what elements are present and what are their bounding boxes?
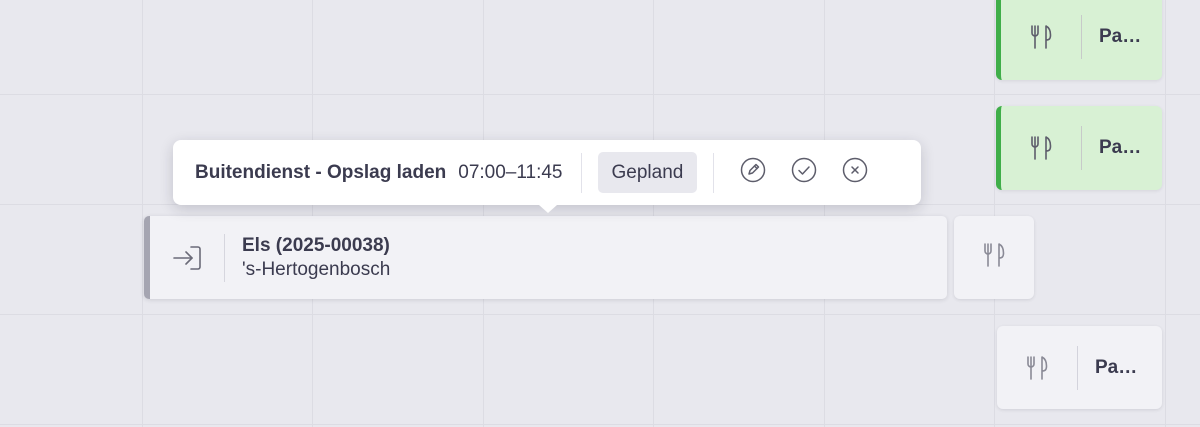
employee-name: Els (2025-00038) <box>242 234 390 256</box>
x-circle-icon <box>842 157 868 188</box>
break-card[interactable]: Pa… <box>996 0 1162 80</box>
login-icon <box>150 244 224 272</box>
check-circle-icon <box>791 157 817 188</box>
status-badge: Gepland <box>597 152 698 193</box>
grid-line <box>0 94 1200 95</box>
grid-line <box>312 0 313 427</box>
confirm-button[interactable] <box>790 157 818 188</box>
grid-line <box>653 0 654 427</box>
shift-location: 's-Hertogenbosch <box>242 258 391 280</box>
fork-knife-icon <box>982 242 1006 273</box>
grid-line <box>824 0 825 427</box>
shift-popover: Buitendienst - Opslag laden 07:00–11:45 … <box>173 140 921 213</box>
meal-break-card[interactable] <box>954 216 1034 299</box>
fork-knife-icon <box>1001 24 1081 50</box>
grid-line <box>994 0 995 427</box>
break-card-label: Pa… <box>1099 26 1142 47</box>
pencil-icon <box>740 157 766 188</box>
grid-line <box>0 314 1200 315</box>
popover-divider <box>580 152 582 193</box>
popover-divider <box>713 152 715 193</box>
edit-button[interactable] <box>739 157 767 188</box>
break-card[interactable]: Pa… <box>997 326 1162 409</box>
grid-line <box>483 0 484 427</box>
fork-knife-icon <box>1001 135 1081 161</box>
cancel-button[interactable] <box>841 157 869 188</box>
shift-card[interactable]: Els (2025-00038) 's-Hertogenbosch <box>144 216 947 299</box>
grid-line <box>0 424 1200 425</box>
grid-line <box>142 0 143 427</box>
shift-info: Els (2025-00038) 's-Hertogenbosch <box>225 234 390 282</box>
popover-actions <box>739 157 892 188</box>
popover-time: 07:00–11:45 <box>458 161 563 183</box>
popover-arrow <box>539 205 557 213</box>
break-card[interactable]: Pa… <box>996 106 1162 190</box>
fork-knife-icon <box>997 355 1077 381</box>
break-card-label: Pa… <box>1099 137 1142 158</box>
break-card-label: Pa… <box>1095 356 1138 378</box>
grid-line <box>1165 0 1166 427</box>
popover-title: Buitendienst - Opslag laden <box>195 161 447 183</box>
